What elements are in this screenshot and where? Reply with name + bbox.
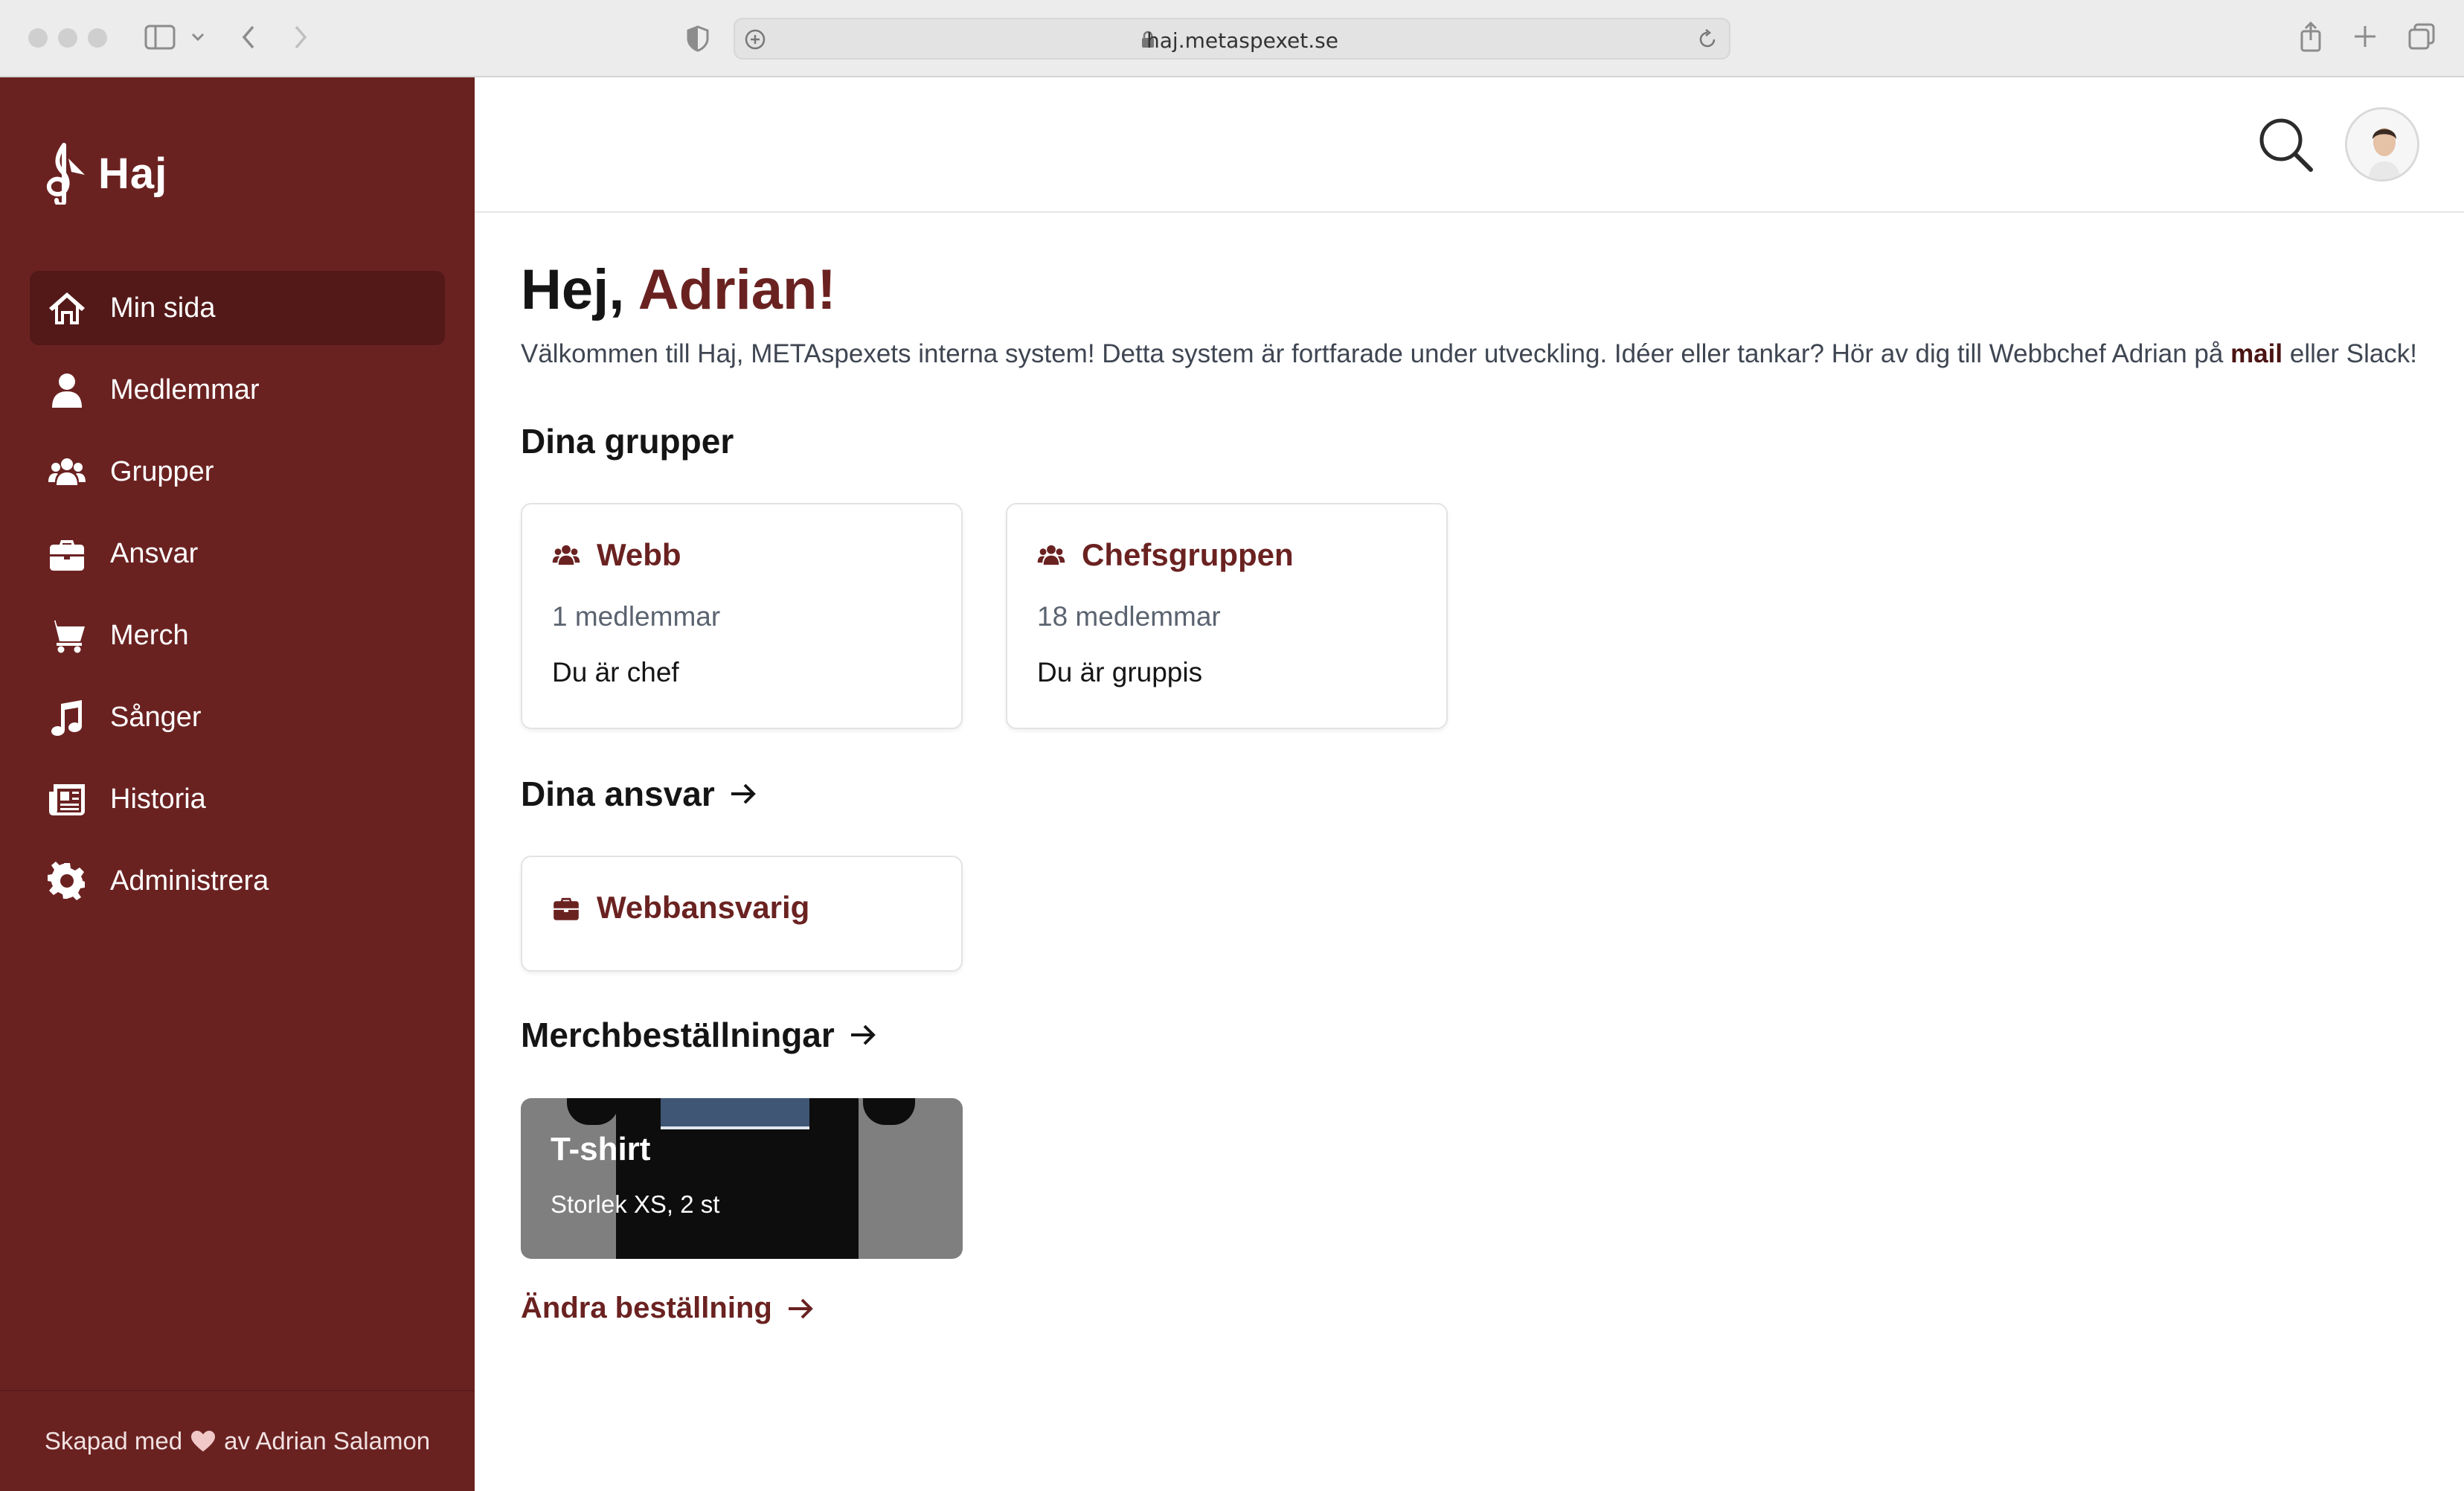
window-zoom-button[interactable] [88, 28, 107, 48]
browser-toolbar: haj.metaspexet.se [0, 0, 2464, 77]
address-bar[interactable]: haj.metaspexet.se [734, 18, 1730, 60]
sidebar-item-label: Historia [110, 783, 206, 815]
groups-heading: Dina grupper [521, 421, 734, 461]
privacy-shield-icon[interactable] [686, 25, 710, 52]
group-card-title: Webb [552, 537, 681, 573]
top-bar [475, 77, 2464, 213]
change-order-label: Ändra beställning [521, 1292, 772, 1324]
responsibility-card-title: Webbansvarig [552, 890, 809, 926]
sidebar-item-label: Ansvar [110, 537, 199, 569]
merch-item-details: Storlek XS, 2 st [551, 1190, 720, 1218]
new-tab-icon[interactable] [2352, 24, 2378, 49]
group-member-count: 18 medlemmar [1037, 601, 1221, 632]
responsibility-name: Webbansvarig [597, 890, 810, 925]
sidebar-item-label: Grupper [110, 455, 214, 487]
sidebar-item-label: Min sida [110, 292, 216, 324]
merch-item-name: T-shirt [551, 1131, 651, 1167]
responsibilities-heading[interactable]: Dina ansvar [521, 774, 758, 814]
group-icon [552, 545, 580, 565]
logo[interactable]: Haj [42, 140, 167, 207]
sidebar-footer: Skapad med av Adrian Salamon [0, 1390, 475, 1491]
sidebar-toggle-icon[interactable] [144, 24, 176, 51]
forward-icon[interactable] [292, 24, 309, 51]
newspaper-icon [46, 778, 88, 820]
page-title: Hej, Adrian! [521, 257, 836, 322]
avatar-image [2347, 109, 2417, 179]
url-text: haj.metaspexet.se [1146, 28, 1338, 53]
group-icon [46, 451, 88, 493]
sidebar-item-administrera[interactable]: Administrera [30, 844, 445, 918]
greeting-prefix: Hej, [521, 258, 625, 321]
group-icon [1037, 545, 1065, 565]
footer-prefix: Skapad med [44, 1427, 183, 1455]
group-role: Du är chef [552, 657, 679, 687]
group-name: Webb [597, 537, 681, 572]
cart-icon [46, 615, 88, 656]
person-icon [46, 369, 88, 411]
group-name: Chefsgruppen [1082, 537, 1294, 572]
sidebar-item-label: Administrera [110, 865, 269, 897]
music-note-icon [46, 696, 88, 738]
group-member-count: 1 medlemmar [552, 601, 721, 632]
groups-heading-label: Dina grupper [521, 422, 734, 461]
sidebar-item-medlemmar[interactable]: Medlemmar [30, 353, 445, 427]
intro-body: Välkommen till Haj, METAspexets interna … [521, 339, 2224, 368]
search-icon[interactable] [2256, 115, 2315, 174]
footer-suffix: av Adrian Salamon [224, 1427, 431, 1455]
merch-heading-label: Merchbeställningar [521, 1016, 835, 1054]
logo-text: Haj [98, 149, 168, 198]
greeting-name: Adrian! [638, 258, 836, 321]
sidebar-item-label: Medlemmar [110, 373, 260, 405]
gear-icon [46, 860, 88, 902]
back-icon[interactable] [240, 24, 257, 51]
home-icon [46, 287, 88, 329]
change-order-link[interactable]: Ändra beställning [521, 1292, 815, 1325]
sidebar-item-grupper[interactable]: Grupper [30, 435, 445, 509]
sidebar-item-min-sida[interactable]: Min sida [30, 271, 445, 345]
intro-suffix: eller Slack! [2289, 339, 2418, 368]
merch-heading[interactable]: Merchbeställningar [521, 1015, 878, 1055]
sidebar-item-historia[interactable]: Historia [30, 762, 445, 836]
main-nav: Min sida Medlemmar Grupper Ansvar Merch [30, 271, 445, 926]
arrow-right-icon [731, 783, 756, 804]
share-icon[interactable] [2299, 21, 2323, 52]
group-card-chefsgruppen[interactable]: Chefsgruppen 18 medlemmar Du är gruppis [1006, 503, 1448, 729]
sidebar-item-sanger[interactable]: Sånger [30, 680, 445, 754]
briefcase-icon [554, 897, 579, 920]
group-role: Du är gruppis [1037, 657, 1203, 687]
avatar[interactable] [2345, 107, 2419, 182]
arrow-right-icon [788, 1298, 813, 1318]
heart-icon [191, 1431, 216, 1452]
intro-text: Välkommen till Haj, METAspexets interna … [521, 339, 2417, 369]
tab-overview-icon[interactable] [2407, 22, 2436, 51]
arrow-right-icon [850, 1025, 876, 1045]
sidebar: Haj Min sida Medlemmar Grupper Ansvar Me… [0, 77, 475, 1491]
responsibilities-heading-label: Dina ansvar [521, 775, 715, 813]
group-card-title: Chefsgruppen [1037, 537, 1294, 573]
sidebar-item-label: Sånger [110, 701, 202, 733]
merch-order-card[interactable]: T-shirt Storlek XS, 2 st [521, 1098, 963, 1259]
window-close-button[interactable] [28, 28, 48, 48]
reload-icon[interactable] [1696, 28, 1719, 51]
window-minimize-button[interactable] [58, 28, 77, 48]
group-card-webb[interactable]: Webb 1 medlemmar Du är chef [521, 503, 963, 729]
sidebar-item-ansvar[interactable]: Ansvar [30, 516, 445, 591]
responsibility-card-webbansvarig[interactable]: Webbansvarig [521, 856, 963, 972]
chevron-down-icon[interactable] [190, 31, 205, 43]
sidebar-item-label: Merch [110, 619, 189, 651]
briefcase-icon [46, 533, 88, 574]
mail-link[interactable]: mail [2230, 339, 2282, 368]
sidebar-item-merch[interactable]: Merch [30, 598, 445, 673]
treble-clef-shark-icon [46, 143, 85, 205]
tshirt-image [616, 1098, 859, 1259]
